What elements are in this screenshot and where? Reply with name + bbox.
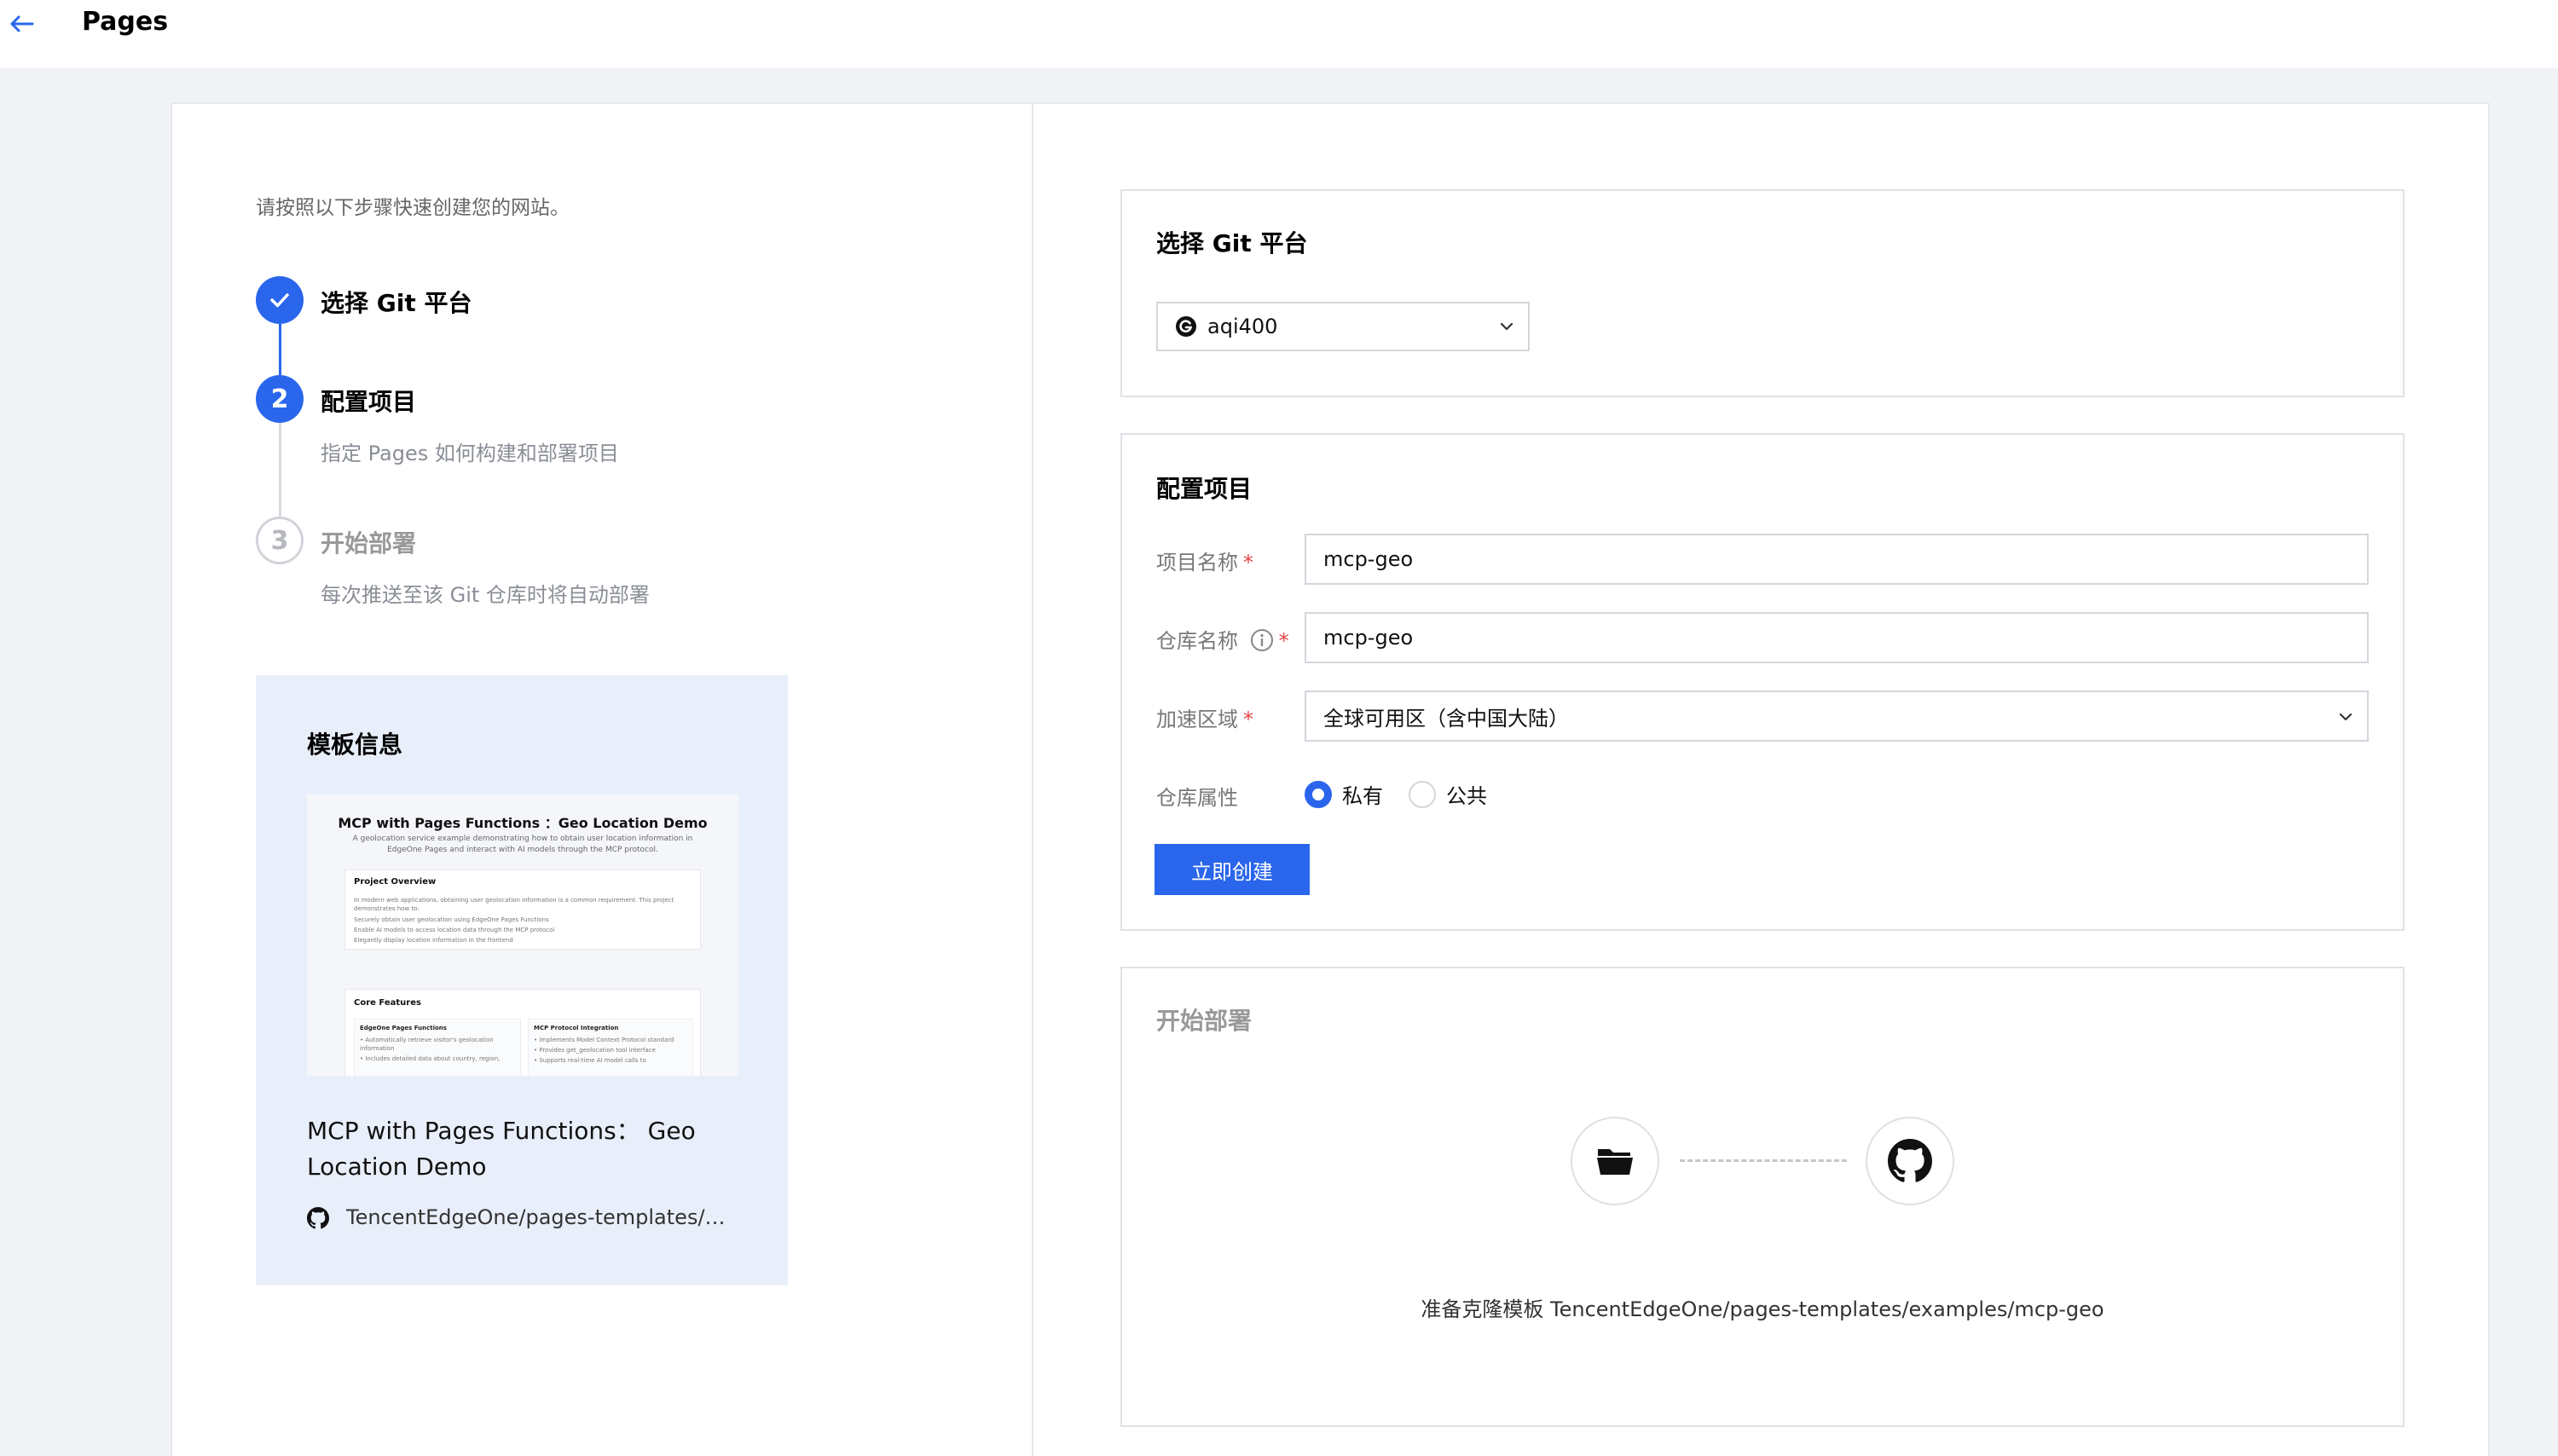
radio-label-public: 公共 xyxy=(1446,784,1487,808)
preview-overview-item: Enable AI models to access location data… xyxy=(354,927,555,933)
intro-text: 请按照以下步骤快速创建您的网站。 xyxy=(256,197,570,219)
radio-selected-indicator[interactable] xyxy=(1305,780,1332,808)
radio-label-private: 私有 xyxy=(1342,784,1383,808)
step-2-circle: 2 xyxy=(256,375,304,423)
region-value: 全球可用区（含中国大陆） xyxy=(1323,706,1569,731)
git-account-select[interactable]: aqi400 xyxy=(1156,302,1530,351)
required-mark: * xyxy=(1243,708,1253,731)
back-arrow-icon[interactable] xyxy=(5,10,39,38)
preview-feature-item: information xyxy=(360,1045,395,1052)
preview-feature-title: MCP Protocol Integration xyxy=(534,1025,619,1031)
git-platform-section xyxy=(1120,189,2405,397)
template-info-heading: 模板信息 xyxy=(307,731,403,759)
visibility-label: 仓库属性 xyxy=(1156,786,1238,810)
config-section xyxy=(1120,433,2405,931)
preview-features-box: Core Features EdgeOne Pages Functions • … xyxy=(344,989,701,1076)
preview-overview-item: Elegantly display location information i… xyxy=(354,937,513,944)
deploy-status-message: 准备克隆模板 TencentEdgeOne/pages-templates/ex… xyxy=(1421,1297,2104,1321)
required-mark: * xyxy=(1243,551,1253,575)
preview-feature-item: • Implements Model Context Protocol stan… xyxy=(534,1037,674,1043)
github-icon xyxy=(307,1207,329,1229)
visibility-private-radio[interactable]: 私有 xyxy=(1305,779,1383,809)
preview-overview-item: Securely obtain user geolocation using E… xyxy=(354,916,549,923)
region-label-text: 加速区域 xyxy=(1156,708,1238,731)
template-repo-link[interactable]: TencentEdgeOne/pages-templates/ex... xyxy=(346,1205,735,1229)
info-icon[interactable] xyxy=(1250,628,1274,652)
step-connector xyxy=(279,423,281,517)
check-icon xyxy=(270,293,289,308)
step-connector xyxy=(279,324,281,375)
preview-feature-item: • Automatically retrieve visitor's geolo… xyxy=(360,1037,494,1043)
preview-feature-item: • Includes detailed data about country, … xyxy=(360,1055,501,1062)
config-section-title: 配置项目 xyxy=(1156,475,1253,503)
template-preview-image: MCP with Pages Functions ：Geo Location D… xyxy=(307,794,738,1076)
deploy-section xyxy=(1120,967,2405,1427)
preview-feature-card: MCP Protocol Integration • Implements Mo… xyxy=(528,1019,693,1076)
step-3-title: 开始部署 xyxy=(321,529,417,558)
top-bar: Pages xyxy=(0,0,2558,68)
radio-unselected-indicator[interactable] xyxy=(1409,780,1436,808)
connection-dashed-line xyxy=(1680,1159,1847,1162)
step-2-description: 指定 Pages 如何构建和部署项目 xyxy=(321,442,619,465)
chevron-down-icon xyxy=(2339,713,2353,721)
template-name: MCP with Pages Functions： Geo Location D… xyxy=(307,1117,696,1181)
deploy-section-title: 开始部署 xyxy=(1156,1007,1253,1035)
git-account-value: aqi400 xyxy=(1207,315,1278,338)
repo-name-label-text: 仓库名称 xyxy=(1156,629,1238,653)
github-icon xyxy=(1888,1139,1932,1182)
preview-feature-card: EdgeOne Pages Functions • Automatically … xyxy=(354,1019,521,1076)
vertical-divider xyxy=(1032,102,1033,1456)
create-now-button[interactable]: 立即创建 xyxy=(1155,844,1310,895)
preview-overview-heading: Project Overview xyxy=(354,877,437,887)
region-select[interactable]: 全球可用区（含中国大陆） xyxy=(1305,690,2369,742)
step-3-circle: 3 xyxy=(256,517,304,564)
project-name-label: 项目名称 * xyxy=(1156,546,1253,575)
github-node xyxy=(1866,1117,1954,1205)
required-mark: * xyxy=(1278,629,1289,653)
project-name-label-text: 项目名称 xyxy=(1156,551,1238,575)
folder-node xyxy=(1571,1117,1659,1205)
page-title: Pages xyxy=(82,7,169,37)
step-1-done-circle xyxy=(256,276,304,324)
preview-overview-box: Project Overview In modern web applicati… xyxy=(344,870,701,950)
step-3-description: 每次推送至该 Git 仓库时将自动部署 xyxy=(321,583,650,607)
preview-feature-item: • Provides get_geolocation tool interfac… xyxy=(534,1047,656,1054)
region-label: 加速区域 * xyxy=(1156,702,1253,732)
preview-overview-text: In modern web applications, obtaining us… xyxy=(354,897,674,912)
preview-subtitle: A geolocation service example demonstrat… xyxy=(352,835,693,854)
repo-name-label: 仓库名称 * xyxy=(1156,624,1289,654)
visibility-public-radio[interactable]: 公共 xyxy=(1409,779,1487,809)
project-name-input[interactable] xyxy=(1305,534,2369,585)
preview-features-heading: Core Features xyxy=(354,998,421,1008)
preview-title: MCP with Pages Functions ：Geo Location D… xyxy=(338,815,708,831)
chevron-down-icon xyxy=(1500,322,1513,331)
preview-feature-title: EdgeOne Pages Functions xyxy=(360,1025,447,1031)
github-account-icon xyxy=(1176,316,1196,337)
step-1-title: 选择 Git 平台 xyxy=(321,289,472,317)
preview-feature-item: • Supports real-time AI model calls to xyxy=(534,1057,646,1064)
git-section-title: 选择 Git 平台 xyxy=(1156,229,1308,257)
step-2-title: 配置项目 xyxy=(321,388,417,416)
repo-name-input[interactable] xyxy=(1305,612,2369,663)
folder-icon xyxy=(1597,1149,1633,1175)
